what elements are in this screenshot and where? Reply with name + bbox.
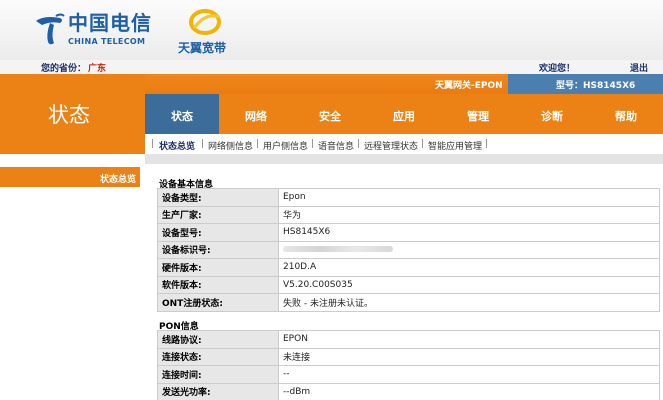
tab-security[interactable]: 安全 [293,94,367,134]
tab-network[interactable]: 网络 [219,94,293,134]
left-menu-item-label: 状态总览 [99,175,136,185]
china-telecom-logo: 中国电信 CHINA TELECOM [34,12,164,52]
subnav-smart-app-management[interactable]: 智能应用管理 [428,139,482,152]
redacted-value [283,246,393,253]
row-key: 发送光功率: [157,382,279,400]
main-tabs: 状态 网络 安全 应用 管理 诊断 帮助 [145,94,663,134]
row-value: --dBm [278,382,660,400]
china-telecom-mark-icon [36,13,65,45]
china-telecom-en-text: CHINA TELECOM [68,37,146,46]
subnav-remote-management-status[interactable]: 远程管理状态 [364,139,418,152]
row-key: 软件版本: [157,275,279,294]
row-value-redacted [278,240,660,259]
tab-status[interactable]: 状态 [145,94,219,134]
logout-link[interactable]: 退出 [630,61,648,74]
province-bar: 您的省份： 广东 欢迎您！ 退出 [0,60,663,74]
subnav-user-side-info[interactable]: 用户侧信息 [263,139,308,152]
model-box: 型号：HS8145X6 [508,74,663,94]
subnav-separator: | [485,139,489,149]
row-key: 连接状态: [157,347,279,366]
china-telecom-cn-text: 中国电信 [68,11,152,35]
device-band: 天翼网关-EPON 型号：HS8145X6 [145,74,663,94]
subnav-network-side-info[interactable]: 网络侧信息 [208,139,253,152]
tab-help[interactable]: 帮助 [589,94,663,134]
table-row: 设备标识号: [157,240,660,259]
table-row: 线路协议: EPON [157,330,660,349]
row-key: 连接时间: [157,365,279,384]
tab-management[interactable]: 管理 [441,94,515,134]
row-value: HS8145X6 [278,223,660,242]
subnav-separator: | [311,139,315,149]
row-value: 210D.A [278,258,660,277]
subnav-separator: | [357,139,361,149]
table-row: 生产厂家: 华为 [157,205,660,224]
row-key: 设备类型: [157,188,279,207]
row-key: 线路协议: [157,330,279,349]
row-key: 生产厂家: [157,205,279,224]
tab-application[interactable]: 应用 [367,94,441,134]
table-row: 硬件版本: 210D.A [157,258,660,277]
row-key: 硬件版本: [157,258,279,277]
device-name: 天翼网关-EPON [435,81,503,91]
subnav-separator: | [421,139,425,149]
tianyi-broadband-text: 天翼宽带 [178,41,227,55]
row-value: 未连接 [278,347,660,366]
tianyi-broadband-logo: 天翼宽带 [178,8,238,55]
main-content: 设备基本信息 设备类型: Epon 生产厂家: 华为 设备型号: HS8145X… [151,164,663,400]
row-key: 设备标识号: [157,240,279,259]
pon-info-table: 线路协议: EPON 连接状态: 未连接 连接时间: -- 发送光功率: --d… [157,330,660,400]
model-label: 型号：HS8145X6 [556,81,636,91]
province-value: 广东 [88,64,107,74]
subnav-separator: | [256,139,260,149]
sub-navigation: | 状态总览 | 网络侧信息 | 用户侧信息 | 语音信息 | 远程管理状态 |… [145,134,663,154]
row-key: 设备型号: [157,223,279,242]
tianyi-swirl-icon [189,9,221,35]
subnav-status-overview[interactable]: 状态总览 [159,139,195,152]
row-value: V5.20.C00S035 [278,275,660,294]
table-row: 连接时间: -- [157,365,660,384]
row-value: 失败 - 未注册未认证。 [278,293,660,312]
subnav-separator: | [201,139,205,149]
subnav-voice-info[interactable]: 语音信息 [318,139,354,152]
row-value: -- [278,365,660,384]
table-row: 软件版本: V5.20.C00S035 [157,275,660,294]
table-row: ONT注册状态: 失败 - 未注册未认证。 [157,293,660,312]
subnav-separator: | [151,139,155,149]
table-row: 发送光功率: --dBm [157,382,660,400]
table-row: 连接状态: 未连接 [157,347,660,366]
row-key: ONT注册状态: [157,293,279,312]
welcome-text: 欢迎您！ [539,64,576,74]
content-top-band [145,154,663,164]
table-row: 设备型号: HS8145X6 [157,223,660,242]
table-row: 设备类型: Epon [157,188,660,207]
row-value: Epon [278,188,660,207]
router-admin-page: 中国电信 CHINA TELECOM 天翼宽带 您的省份： 广东 欢迎您！ 退出… [0,0,663,400]
row-value: EPON [278,330,660,349]
left-menu-item-status-overview[interactable]: 状态总览 [0,167,140,187]
province-label: 您的省份： [41,64,87,74]
tab-diagnostics[interactable]: 诊断 [515,94,589,134]
header: 中国电信 CHINA TELECOM 天翼宽带 [0,0,663,60]
page-title: 状态 [48,103,90,127]
device-info-table: 设备类型: Epon 生产厂家: 华为 设备型号: HS8145X6 设备标识号… [157,188,660,312]
row-value: 华为 [278,205,660,224]
left-menu [0,154,145,400]
section-heading-block: 状态 [0,74,145,154]
